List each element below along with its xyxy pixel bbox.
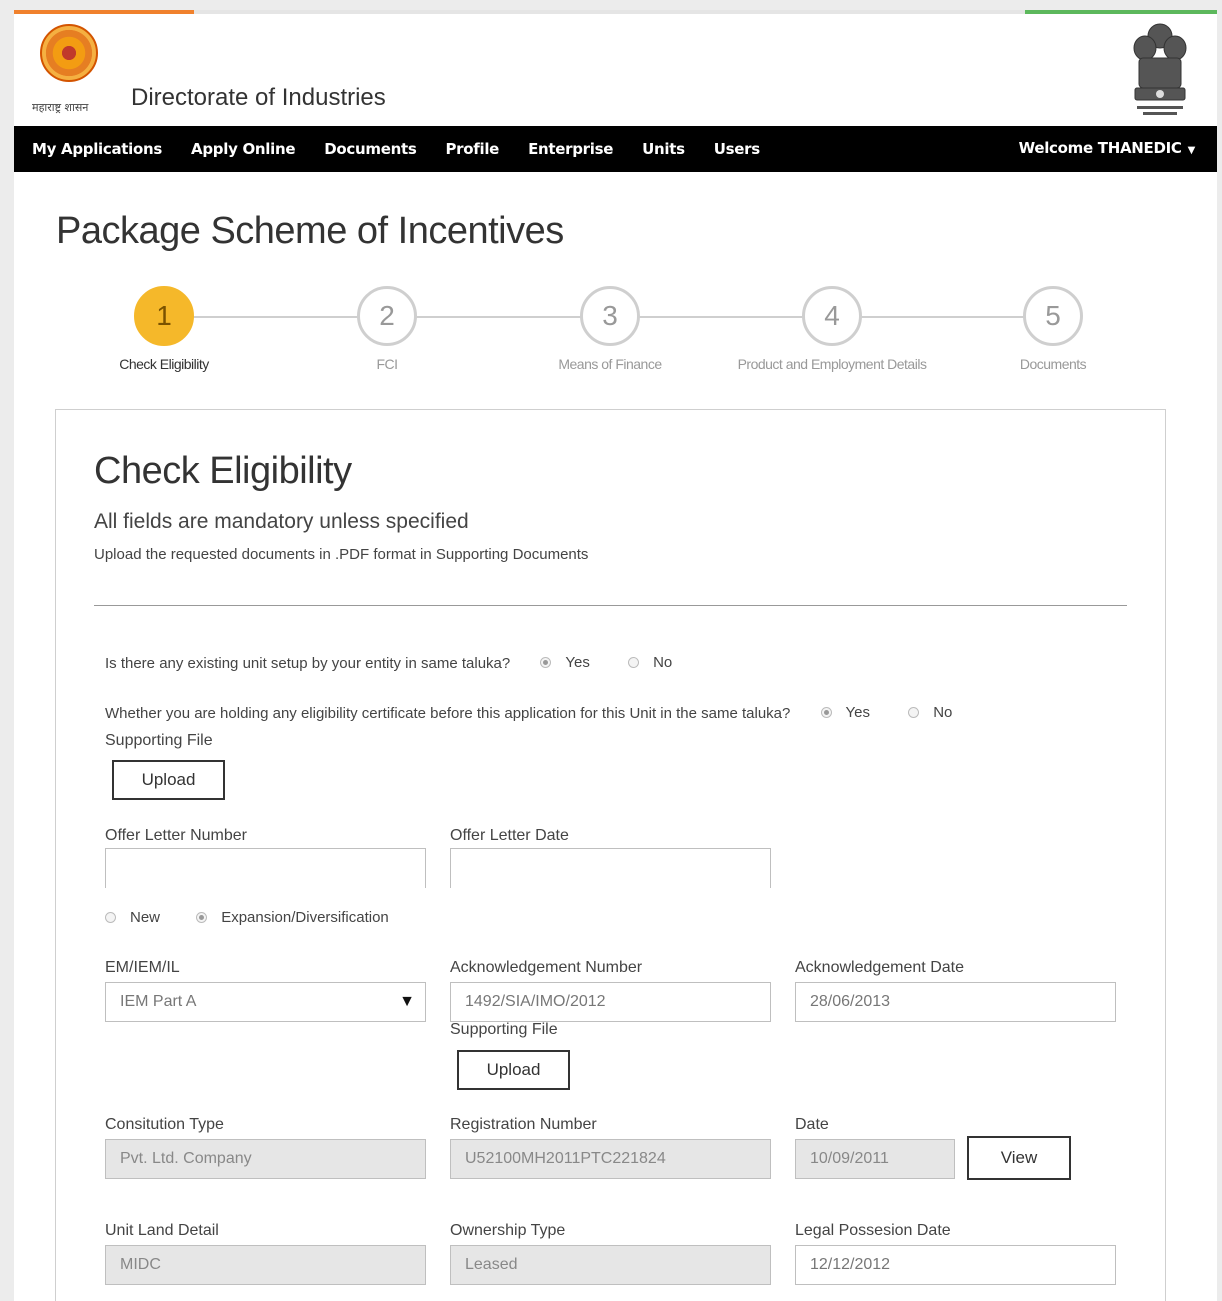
- constitution-type-label: Consitution Type: [105, 1116, 224, 1133]
- registration-number-label: Registration Number: [450, 1116, 597, 1133]
- radio-checked-icon[interactable]: [196, 912, 208, 923]
- certificate-yes[interactable]: Yes: [820, 704, 871, 721]
- ack-number-label: Acknowledgement Number: [450, 959, 643, 976]
- radio-label-expansion: Expansion/Diversification: [221, 909, 389, 926]
- nav-units[interactable]: Units: [642, 140, 685, 158]
- wizard-step-5[interactable]: 5 Documents: [963, 286, 1143, 372]
- existing-unit-yes[interactable]: Yes: [540, 654, 590, 671]
- existing-unit-question: Is there any existing unit setup by your…: [105, 654, 672, 672]
- offer-letter-date-label: Offer Letter Date: [450, 827, 569, 844]
- nav-documents[interactable]: Documents: [324, 140, 417, 158]
- step-label: Documents: [1019, 356, 1087, 372]
- constitution-type-field: Pvt. Ltd. Company: [105, 1139, 426, 1179]
- radio-checked-icon[interactable]: [820, 707, 832, 718]
- view-button[interactable]: View: [967, 1136, 1071, 1180]
- radio-label-no: No: [933, 704, 953, 721]
- nav-my-applications[interactable]: My Applications: [32, 140, 162, 158]
- wizard-step-3[interactable]: 3 Means of Finance: [520, 286, 700, 372]
- supporting-file-label: Supporting File: [105, 732, 213, 749]
- em-iem-il-select[interactable]: IEM Part A ▼: [105, 982, 426, 1022]
- nav-profile[interactable]: Profile: [445, 140, 499, 158]
- nav-enterprise[interactable]: Enterprise: [528, 140, 613, 158]
- radio-checked-icon[interactable]: [540, 657, 552, 668]
- registration-number-field: U52100MH2011PTC221824: [450, 1139, 771, 1179]
- offer-letter-number-input[interactable]: [105, 848, 426, 888]
- existing-unit-no[interactable]: No: [628, 654, 672, 671]
- ownership-type-label: Ownership Type: [450, 1222, 566, 1239]
- certificate-no[interactable]: No: [908, 704, 952, 721]
- radio-icon[interactable]: [908, 707, 920, 718]
- form-note: Upload the requested documents in .PDF f…: [94, 546, 589, 563]
- maharashtra-seal-logo[interactable]: महाराष्ट्र शासन: [32, 22, 110, 122]
- wizard-step-2[interactable]: 2 FCI: [297, 286, 477, 372]
- ack-upload-button[interactable]: Upload: [457, 1050, 570, 1090]
- national-emblem-icon: [1133, 23, 1187, 115]
- radio-label-new: New: [130, 909, 161, 926]
- unit-type-expansion[interactable]: Expansion/Diversification: [196, 909, 389, 926]
- step-number: 5: [1023, 286, 1083, 346]
- radio-icon[interactable]: [105, 912, 116, 923]
- wizard-step-1[interactable]: 1 Check Eligibility: [74, 286, 254, 372]
- question-text: Is there any existing unit setup by your…: [105, 655, 511, 672]
- step-label: Check Eligibility: [119, 356, 209, 372]
- form-title: Check Eligibility: [94, 450, 352, 492]
- unit-land-detail-label: Unit Land Detail: [105, 1222, 219, 1239]
- site-title[interactable]: Directorate of Industries: [131, 84, 386, 112]
- dropdown-arrow-icon[interactable]: ▼: [399, 983, 415, 1021]
- legal-possession-date-label: Legal Possesion Date: [795, 1222, 951, 1239]
- form-subtitle: All fields are mandatory unless specifie…: [94, 510, 469, 533]
- unit-land-detail-field: MIDC: [105, 1245, 426, 1285]
- step-number: 1: [134, 286, 194, 346]
- nav-apply-online[interactable]: Apply Online: [191, 140, 296, 158]
- radio-icon[interactable]: [628, 657, 640, 668]
- ownership-type-field: Leased: [450, 1245, 771, 1285]
- caret-down-icon: ▼: [1187, 145, 1196, 156]
- selected-value: IEM Part A: [120, 993, 197, 1010]
- offer-letter-date-input[interactable]: [450, 848, 771, 888]
- eligibility-certificate-question: Whether you are holding any eligibility …: [105, 704, 952, 722]
- upload-button[interactable]: Upload: [112, 760, 225, 800]
- registration-date-field: 10/09/2011: [795, 1139, 955, 1179]
- step-wizard: 1 Check Eligibility 2 FCI 3 Means of Fin…: [14, 280, 1217, 390]
- em-iem-il-label: EM/IEM/IL: [105, 959, 180, 976]
- step-label: Product and Employment Details: [737, 356, 927, 372]
- step-label: Means of Finance: [558, 356, 662, 372]
- wizard-step-4[interactable]: 4 Product and Employment Details: [722, 286, 942, 372]
- step-number: 3: [580, 286, 640, 346]
- ack-date-input[interactable]: 28/06/2013: [795, 982, 1116, 1022]
- form-divider: [94, 605, 1127, 606]
- registration-date-label: Date: [795, 1116, 829, 1133]
- ack-supporting-file-label: Supporting File: [450, 1021, 558, 1038]
- nav-users[interactable]: Users: [714, 140, 760, 158]
- radio-label-no: No: [653, 654, 673, 671]
- ack-number-input[interactable]: 1492/SIA/IMO/2012: [450, 982, 771, 1022]
- step-label: FCI: [376, 356, 398, 372]
- app-window: महाराष्ट्र शासन Directorate of Industrie…: [14, 10, 1217, 1301]
- offer-letter-number-label: Offer Letter Number: [105, 827, 247, 844]
- radio-label-yes: Yes: [845, 704, 871, 721]
- unit-type-group: New Expansion/Diversification: [105, 909, 389, 927]
- legal-possession-date-input[interactable]: 12/12/2012: [795, 1245, 1116, 1285]
- unit-type-new[interactable]: New: [105, 909, 160, 926]
- question-text: Whether you are holding any eligibility …: [105, 705, 791, 722]
- ack-date-label: Acknowledgement Date: [795, 959, 964, 976]
- main-navbar: My Applications Apply Online Documents P…: [14, 126, 1217, 172]
- welcome-text: Welcome THANEDIC: [1018, 139, 1182, 157]
- seal-icon: [40, 24, 98, 82]
- radio-label-yes: Yes: [565, 654, 590, 671]
- step-number: 2: [357, 286, 417, 346]
- eligibility-form: Check Eligibility All fields are mandato…: [55, 409, 1166, 1301]
- site-header: महाराष्ट्र शासन Directorate of Industrie…: [14, 14, 1217, 126]
- state-caption: महाराष्ट्र शासन: [32, 101, 89, 114]
- user-menu[interactable]: Welcome THANEDIC ▼: [1018, 139, 1196, 157]
- step-number: 4: [802, 286, 862, 346]
- page-title: Package Scheme of Incentives: [56, 210, 564, 252]
